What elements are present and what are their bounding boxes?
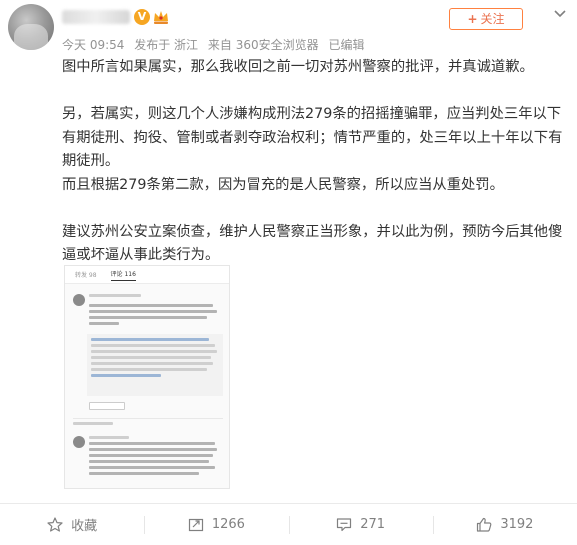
post-paragraph: 而且根据279条第二款，因为冒充的是人民警察，所以应当从重处罚。 <box>62 176 504 193</box>
post-body: 图中所言如果属实，那么我收回之前一切对苏州警察的批评，并真诚道歉。 另，若属实，… <box>62 56 567 268</box>
post-meta: 今天 09:54 发布于 浙江 来自 360安全浏览器 已编辑 <box>62 36 370 53</box>
user-avatar[interactable] <box>8 4 54 50</box>
post-time[interactable]: 今天 09:54 <box>62 38 124 52</box>
repost-count: 1266 <box>211 517 245 532</box>
plus-icon: + <box>467 12 478 26</box>
post-source: 来自 360安全浏览器 <box>207 38 319 52</box>
post-paragraph: 图中所言如果属实，那么我收回之前一切对苏州警察的批评，并真诚道歉。 <box>62 59 534 75</box>
comment-button[interactable]: 271 <box>288 504 433 545</box>
image-text-block <box>89 294 149 300</box>
post-paragraph: 建议苏州公安立案侦查，维护人民警察正当形象，并以此为例，预防今后其他傻逼或坏逼从… <box>62 223 563 264</box>
favorite-button[interactable]: 收藏 <box>0 504 144 545</box>
member-crown-icon[interactable] <box>152 9 170 25</box>
thumbs-up-icon <box>477 517 492 532</box>
image-text-block <box>89 436 219 478</box>
verified-v-badge: V <box>134 9 150 25</box>
image-tab-comment: 评论 116 <box>110 269 136 281</box>
image-button <box>89 402 125 410</box>
repost-icon <box>188 518 203 532</box>
username-blurred[interactable] <box>62 10 130 24</box>
post-edited[interactable]: 已编辑 <box>328 38 364 52</box>
image-tabs: 转发 98 评论 116 <box>65 266 229 284</box>
like-count: 3192 <box>500 517 534 532</box>
image-text-block <box>73 422 133 428</box>
image-tab-repost: 转发 98 <box>75 272 97 279</box>
follow-label: 关注 <box>480 12 505 26</box>
post-paragraph: 另，若属实，则这几个人涉嫌构成刑法279条的招摇撞骗罪，应当判处三年以下有期徒刑… <box>62 106 563 169</box>
post-image[interactable]: 转发 98 评论 116 <box>64 265 230 489</box>
favorite-label: 收藏 <box>71 519 98 534</box>
comment-count: 271 <box>360 517 386 532</box>
like-button[interactable]: 3192 <box>432 504 577 545</box>
image-avatar <box>73 294 85 306</box>
post-location: 发布于 浙江 <box>134 38 199 52</box>
star-icon <box>47 517 63 532</box>
action-bar: 收藏 1266 271 3192 <box>0 504 577 545</box>
image-text-block <box>89 304 219 328</box>
image-avatar <box>73 436 85 448</box>
repost-button[interactable]: 1266 <box>144 504 288 545</box>
image-quote-block <box>87 334 223 396</box>
follow-button[interactable]: + 关注 <box>449 8 523 30</box>
chevron-down-icon[interactable] <box>553 9 567 19</box>
comment-icon <box>337 518 352 532</box>
